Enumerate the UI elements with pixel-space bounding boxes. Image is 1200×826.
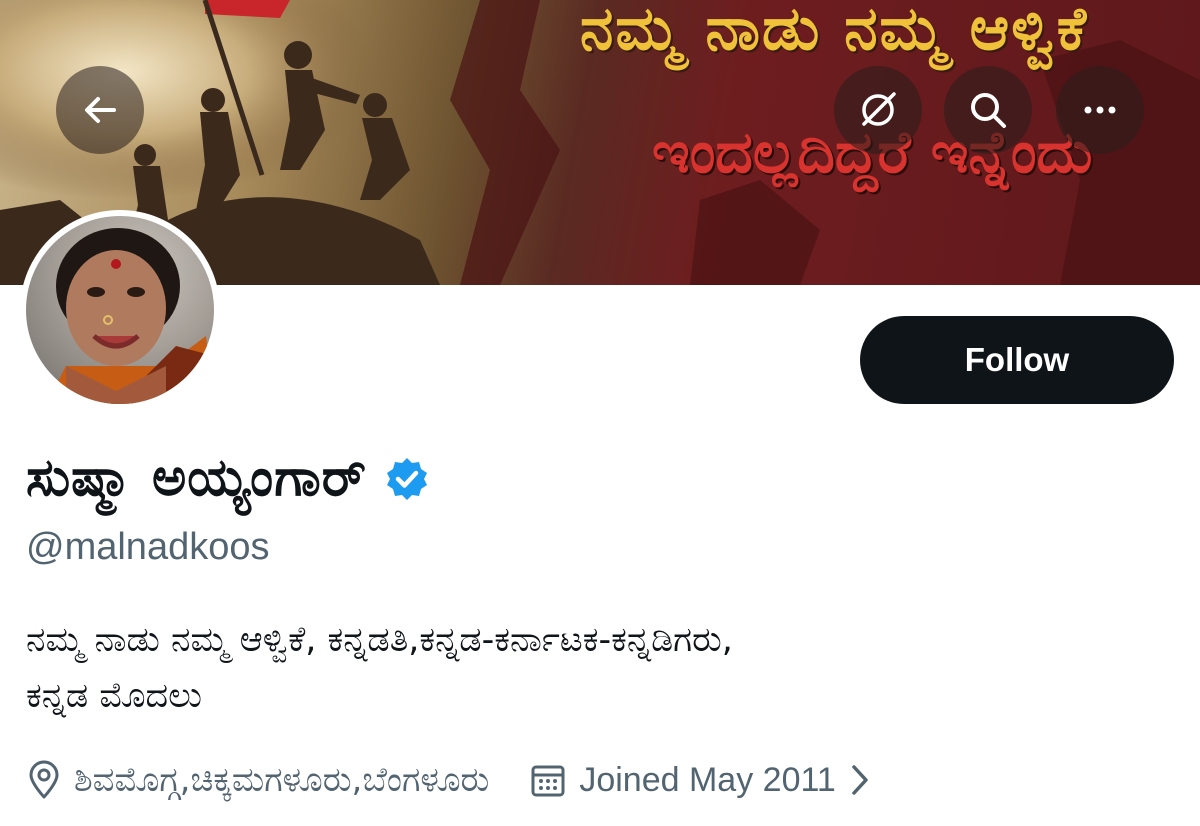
search-icon	[971, 93, 1006, 128]
banner-title: ನಮ್ಮ ನಾಡು ನಮ್ಮ ಆಳ್ವಿಕೆ	[580, 0, 1089, 64]
display-name: ಸುಷ್ಮಾ ಅಯ್ಯಂಗಾರ್	[26, 448, 368, 508]
profile-name-row: ಸುಷ್ಮಾ ಅಯ್ಯಂಗಾರ್	[26, 448, 431, 509]
arrow-left-icon	[85, 97, 116, 123]
avatar-photo	[26, 216, 214, 404]
profile-bio: ನಮ್ಮ ನಾಡು ನಮ್ಮ ಆಳ್ವಿಕೆ, ಕನ್ನಡತಿ,ಕನ್ನಡ-ಕರ…	[26, 612, 1176, 724]
grok-icon	[862, 92, 896, 126]
profile-handle: @malnadkoos	[26, 526, 270, 568]
bio-line: ಕನ್ನಡ ಮೊದಲು	[26, 676, 202, 716]
more-button[interactable]	[1056, 66, 1144, 154]
verified-badge-icon[interactable]	[383, 455, 431, 503]
joined-text: Joined May 2011	[579, 760, 836, 799]
profile-meta: ಶಿವಮೊಗ್ಗ,ಚಿಕ್ಕಮಗಳೂರು,ಬೆಂಗಳೂರು Joined May…	[26, 760, 882, 800]
chevron-right-icon	[852, 765, 868, 795]
more-horizontal-icon	[1084, 106, 1116, 114]
location-item: ಶಿವಮೊಗ್ಗ,ಚಿಕ್ಕಮಗಳೂರು,ಬೆಂಗಳೂರು	[26, 760, 489, 800]
search-button[interactable]	[944, 66, 1032, 154]
grok-button[interactable]	[834, 66, 922, 154]
joined-item[interactable]: Joined May 2011	[529, 761, 881, 800]
location-text: ಶಿವಮೊಗ್ಗ,ಚಿಕ್ಕಮಗಳೂರು,ಬೆಂಗಳೂರು	[74, 760, 490, 800]
follow-button[interactable]: Follow	[860, 316, 1174, 404]
back-button[interactable]	[56, 66, 144, 154]
location-pin-icon	[29, 760, 59, 799]
profile-avatar[interactable]	[20, 210, 220, 410]
calendar-icon	[531, 765, 565, 797]
bio-line: ನಮ್ಮ ನಾಡು ನಮ್ಮ ಆಳ್ವಿಕೆ, ಕನ್ನಡತಿ,ಕನ್ನಡ-ಕರ…	[26, 620, 733, 660]
